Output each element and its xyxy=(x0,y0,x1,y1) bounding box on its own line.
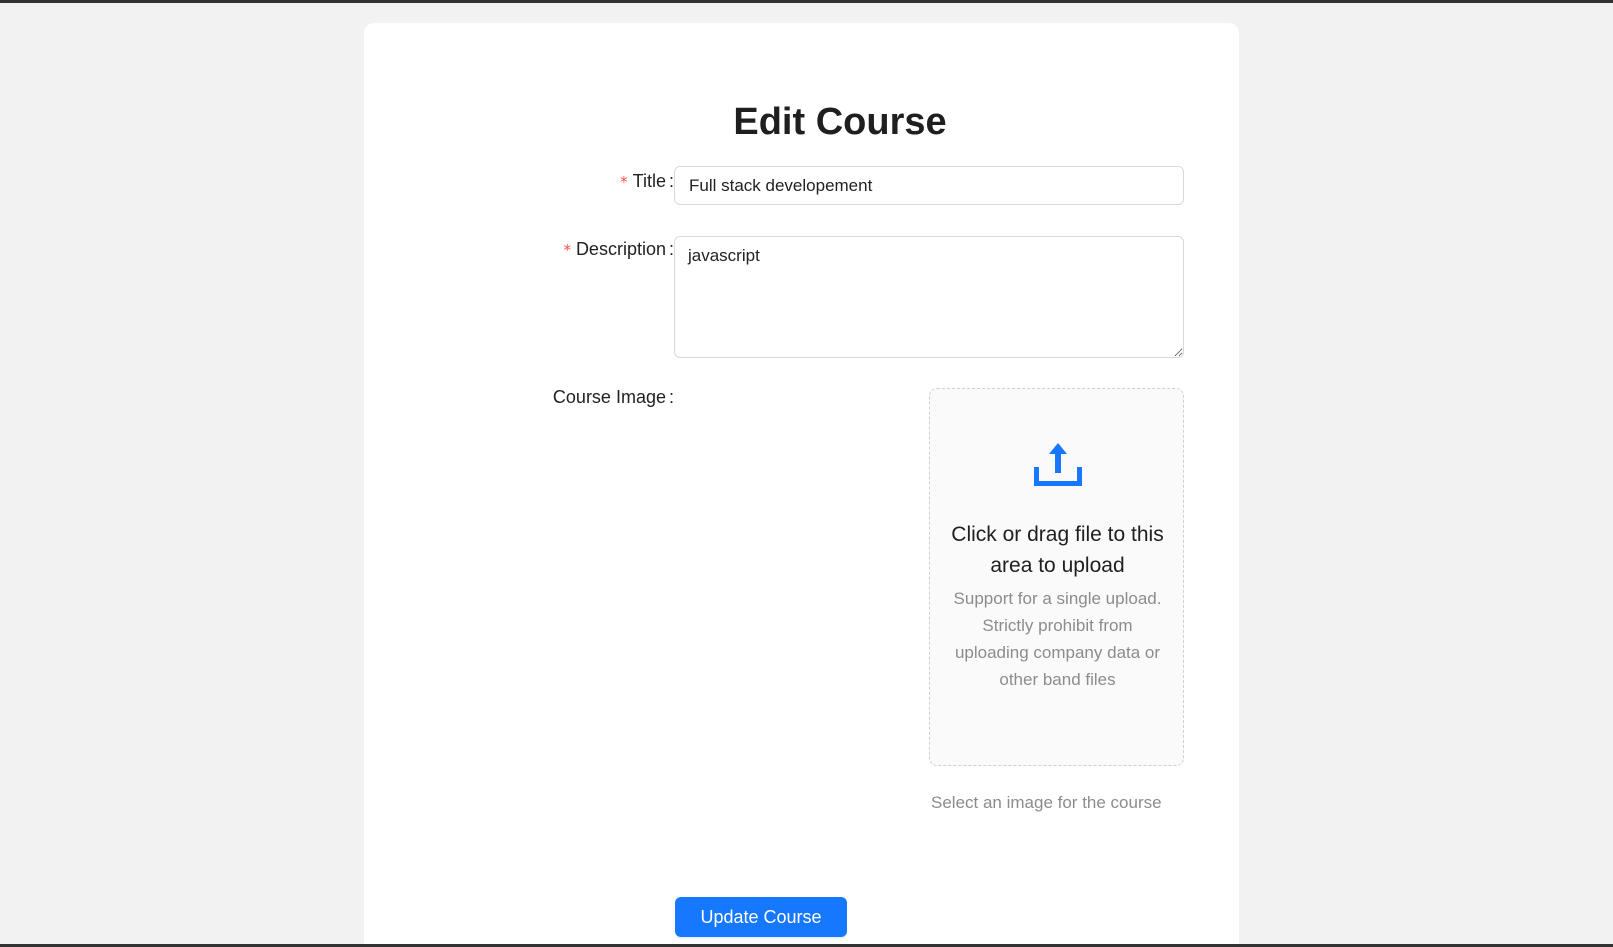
upload-icon xyxy=(1034,443,1082,486)
required-mark: * xyxy=(563,241,571,259)
course-image-help-text: Select an image for the course xyxy=(931,793,1162,812)
edit-course-card: Edit Course *Title: *Description: javasc… xyxy=(364,23,1239,944)
page-title: Edit Course xyxy=(733,101,947,143)
required-mark: * xyxy=(620,173,628,191)
description-label-text: Description xyxy=(575,239,666,259)
course-image-label: Course Image: xyxy=(553,387,674,408)
dropzone-hint: Support for a single upload. Strictly pr… xyxy=(953,589,1162,689)
title-input[interactable] xyxy=(674,166,1184,205)
dropzone-title: Click or drag file to this area to uploa… xyxy=(951,523,1164,577)
title-label-text: Title xyxy=(632,171,666,191)
label-colon: : xyxy=(668,387,674,407)
title-label: * Title: xyxy=(620,171,674,192)
update-course-button[interactable]: Update Course xyxy=(675,897,847,937)
description-textarea[interactable]: javascript xyxy=(674,236,1184,358)
description-label: * Description: xyxy=(563,239,674,260)
top-border xyxy=(0,0,1613,3)
upload-dropzone[interactable]: Click or drag file to this area to uploa… xyxy=(929,388,1184,766)
course-image-label-text: Course Image xyxy=(552,387,666,407)
